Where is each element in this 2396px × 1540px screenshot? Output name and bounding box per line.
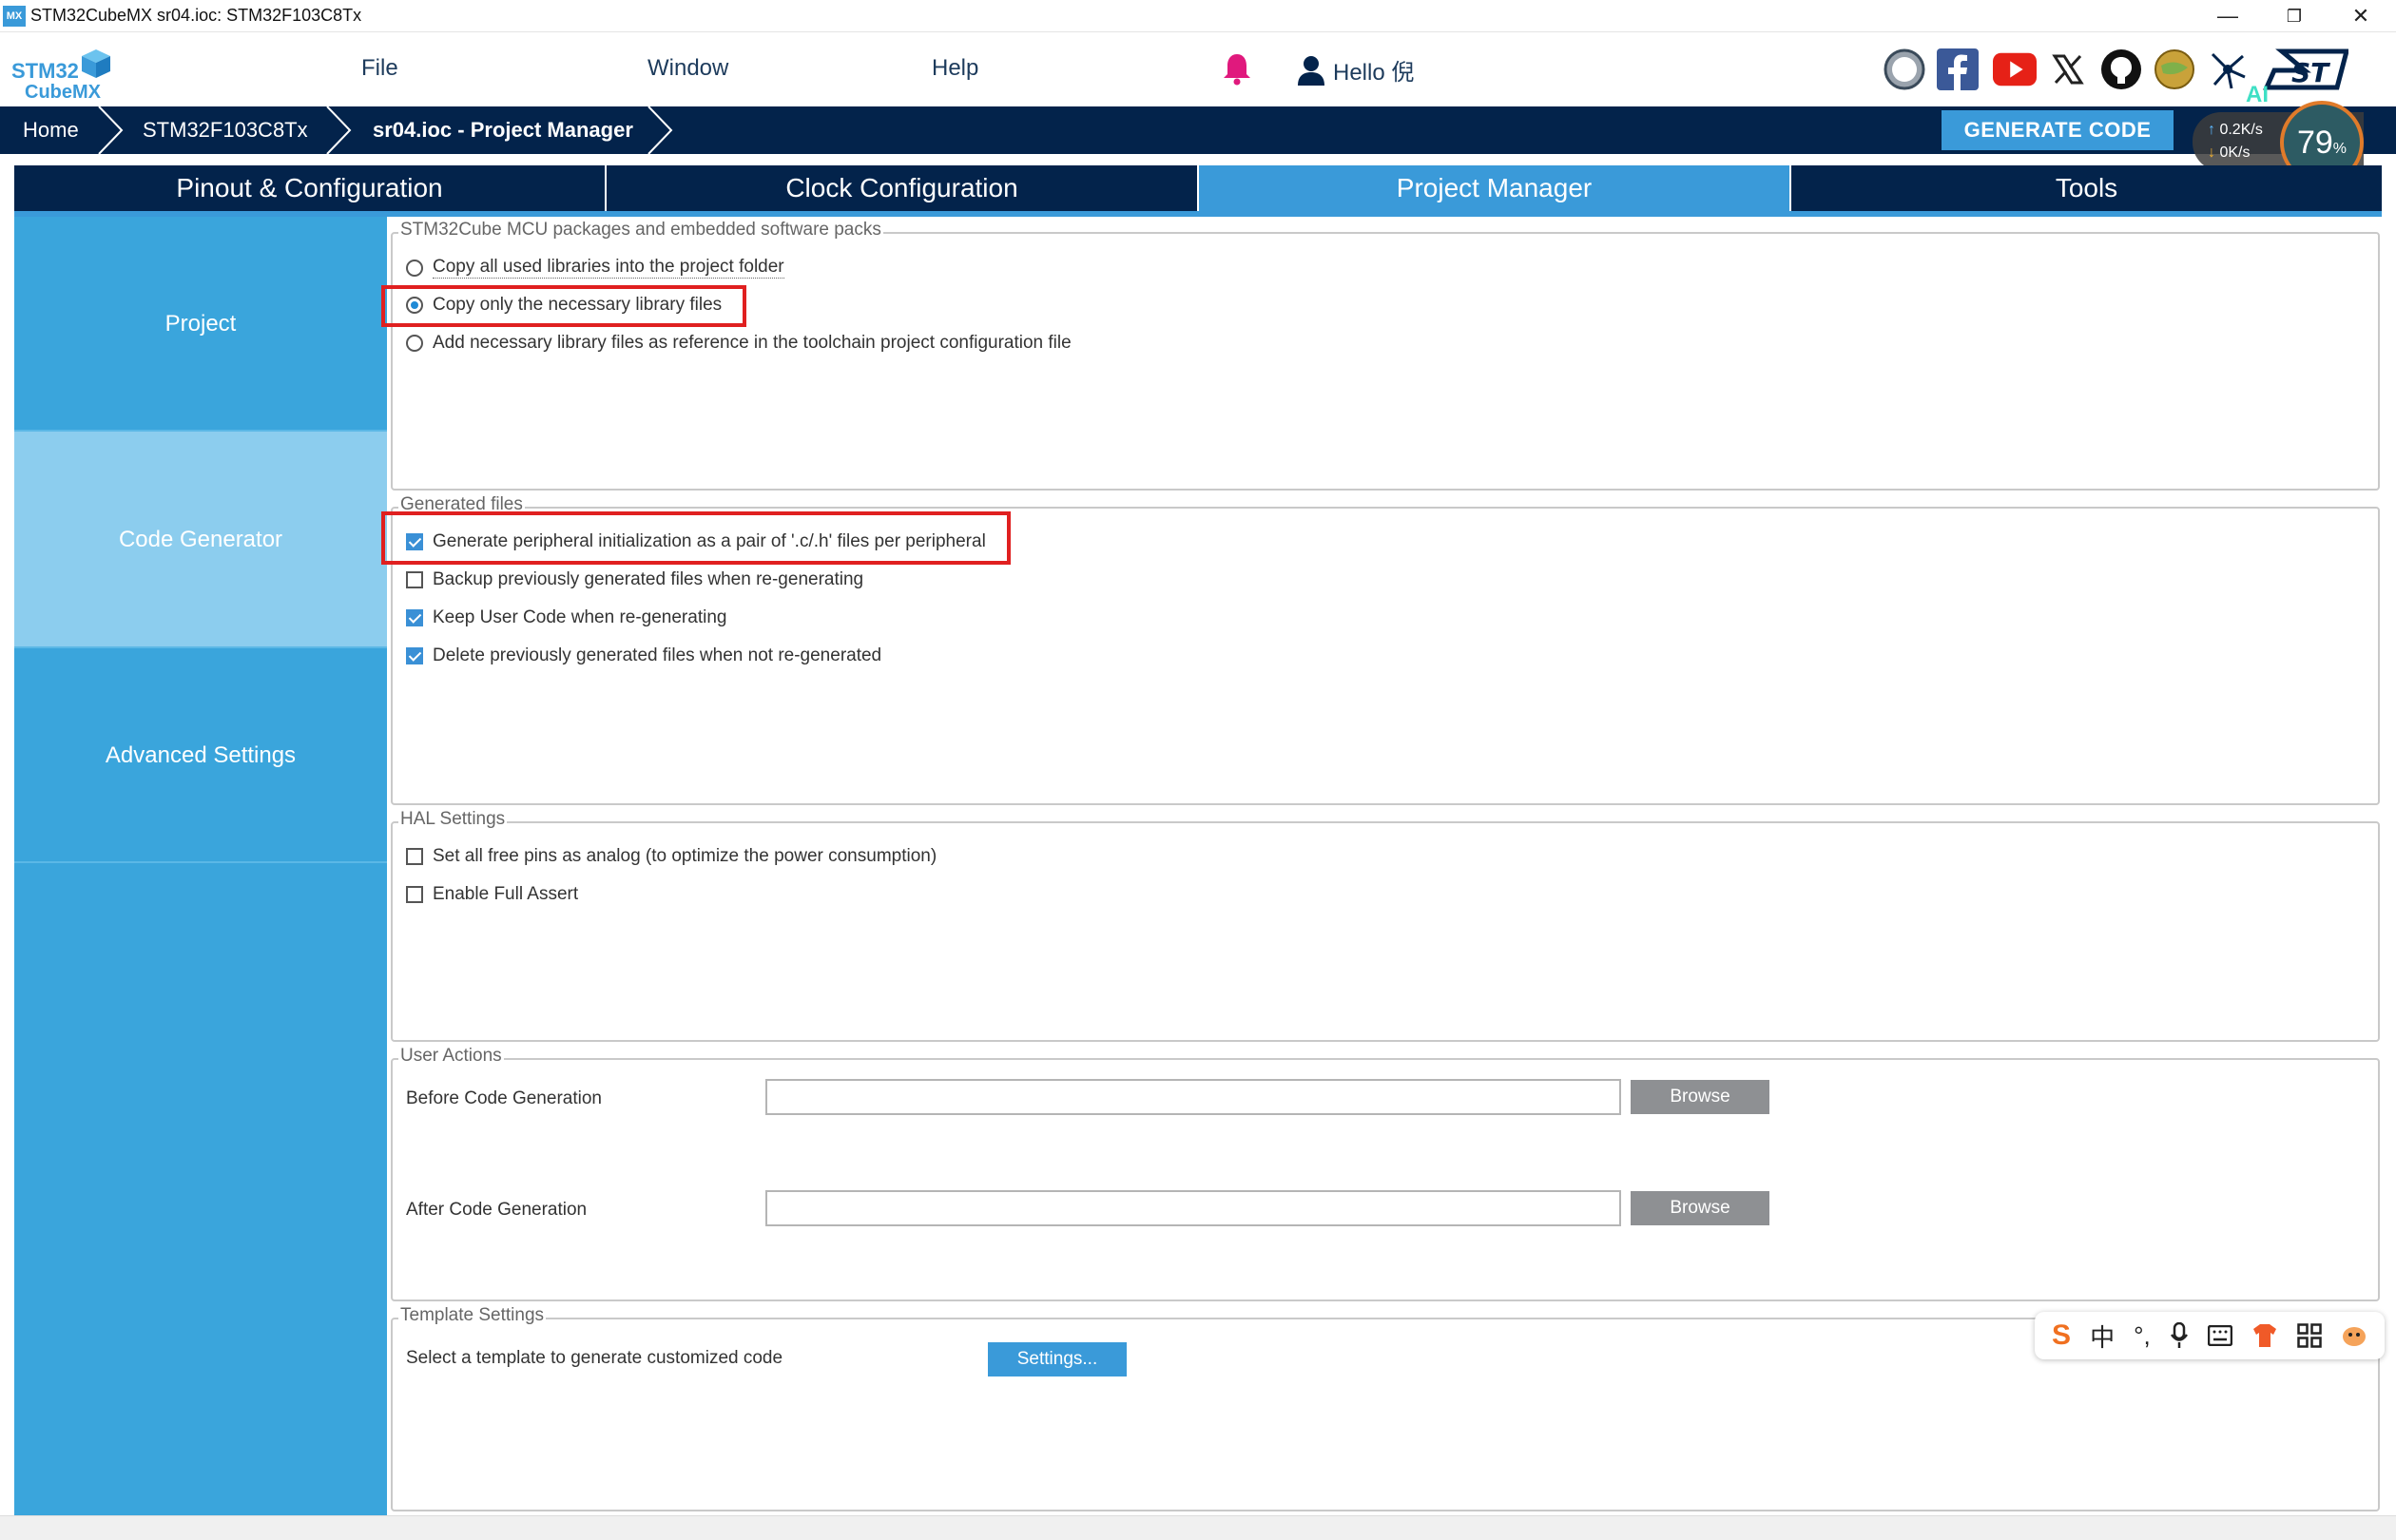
project-manager-sidebar: Project Code Generator Advanced Settings [14,217,387,1515]
sidebar-item-code-generator[interactable]: Code Generator [14,432,387,648]
generate-code-button[interactable]: GENERATE CODE [1942,110,2174,150]
template-description: Select a template to generate customized… [406,1348,783,1368]
stm32cubemx-logo: STM32 CubeMX [11,42,116,103]
option-keep-user-code[interactable]: Keep User Code when re-generating [406,607,726,628]
st-logo-icon[interactable]: ST [2263,48,2348,91]
radio-button[interactable] [406,259,423,277]
option-enable-full-assert[interactable]: Enable Full Assert [406,884,578,905]
before-browse-button[interactable]: Browse [1631,1080,1769,1114]
after-code-generation-label: After Code Generation [406,1200,588,1220]
option-add-as-reference[interactable]: Add necessary library files as reference… [406,333,1072,354]
keyboard-icon[interactable] [2207,1325,2232,1346]
sidebar-item-advanced-settings[interactable]: Advanced Settings [14,648,387,863]
x-twitter-icon[interactable] [2046,48,2090,91]
punctuation-icon[interactable]: °, [2134,1321,2151,1351]
chevron-right-icon [98,106,124,154]
cube-icon [82,49,110,78]
sogou-logo-icon[interactable]: S [2052,1319,2071,1352]
packages-legend: STM32Cube MCU packages and embedded soft… [398,220,883,241]
breadcrumb-mcu[interactable]: STM32F103C8Tx [143,106,308,154]
highlight-box [381,511,1011,565]
radio-button[interactable] [406,335,423,352]
option-backup-files[interactable]: Backup previously generated files when r… [406,569,863,590]
option-label: Enable Full Assert [433,884,579,904]
option-delete-previous-files[interactable]: Delete previously generated files when n… [406,645,881,666]
arrow-down-icon: ↓ [2208,144,2220,161]
chevron-right-icon [647,106,673,154]
menu-window[interactable]: Window [647,55,728,82]
tab-clock-configuration[interactable]: Clock Configuration [607,165,1199,211]
before-code-generation-label: Before Code Generation [406,1088,602,1108]
github-icon[interactable] [2099,48,2143,91]
tab-pinout-configuration[interactable]: Pinout & Configuration [14,165,607,211]
breadcrumb-current: sr04.ioc - Project Manager [373,118,633,142]
main-tabs: Pinout & Configuration Clock Configurati… [14,165,2382,211]
checkbox-checked[interactable] [406,609,423,626]
hal-settings-legend: HAL Settings [398,809,508,830]
before-code-generation-input[interactable] [765,1079,1621,1115]
after-browse-button[interactable]: Browse [1631,1191,1769,1225]
download-speed: ↓ 0K/s [2208,144,2251,161]
tab-project-manager[interactable]: Project Manager [1199,165,1791,211]
option-copy-all-libraries[interactable]: Copy all used libraries into the project… [406,257,784,279]
user-menu[interactable]: Hello 倪 [1297,53,1414,87]
ime-language-toggle[interactable]: 中 [2090,1319,2115,1354]
logo-text-stm32: STM32 [11,59,79,83]
hal-settings-group: HAL Settings Set all free pins as analog… [391,809,2380,1042]
option-label: Keep User Code when re-generating [433,607,727,627]
window-title: STM32CubeMX sr04.ioc: STM32F103C8Tx [30,6,362,25]
youtube-icon[interactable] [1993,48,2037,91]
community-globe-icon[interactable] [2153,48,2196,91]
close-button[interactable]: ✕ [2328,0,2394,32]
ime-toolbar: S 中 °, [2035,1312,2385,1359]
checkbox[interactable] [406,848,423,865]
checkbox-checked[interactable] [406,647,423,664]
chevron-right-icon [326,106,352,154]
status-strip [0,1515,2396,1540]
mascot-icon[interactable] [2341,1323,2367,1348]
arrow-up-icon: ↑ [2208,122,2220,138]
menu-file[interactable]: File [361,55,398,82]
ai-badge: AI [2246,82,2269,107]
user-actions-legend: User Actions [398,1046,504,1067]
app-header: STM32 CubeMX File Window Help Hello 倪 ST [0,32,2396,106]
after-code-generation-input[interactable] [765,1190,1621,1226]
menu-help[interactable]: Help [932,55,978,82]
template-settings-button[interactable]: Settings... [988,1342,1127,1376]
option-label: Add necessary library files as reference… [433,333,1072,353]
option-label: Backup previously generated files when r… [433,569,864,589]
upload-speed: ↑ 0.2K/s [2208,122,2263,138]
option-free-pins-analog[interactable]: Set all free pins as analog (to optimize… [406,846,937,867]
svg-text:ST: ST [2291,57,2330,88]
network-hub-icon[interactable] [2206,48,2250,91]
option-label: Delete previously generated files when n… [433,645,882,665]
user-icon [1298,55,1324,86]
template-settings-legend: Template Settings [398,1305,547,1326]
minimize-button[interactable]: — [2194,0,2261,32]
logo-text-cubemx: CubeMX [25,82,101,103]
microphone-icon[interactable] [2170,1322,2189,1349]
sidebar-item-project[interactable]: Project [14,217,387,432]
highlight-box [381,285,746,327]
window-titlebar: MX STM32CubeMX sr04.ioc: STM32F103C8Tx —… [0,0,2396,32]
maximize-button[interactable]: ❐ [2261,0,2328,32]
user-actions-group: User Actions Before Code Generation Brow… [391,1046,2380,1301]
breadcrumb-home[interactable]: Home [23,106,79,154]
option-label: Set all free pins as analog (to optimize… [433,846,937,866]
user-greeting: Hello 倪 [1333,60,1415,86]
packages-group: STM32Cube MCU packages and embedded soft… [391,220,2380,491]
app-icon: MX [3,6,26,27]
anniversary-badge-icon[interactable] [1883,48,1926,91]
checkbox[interactable] [406,886,423,903]
tab-tools[interactable]: Tools [1791,165,2382,211]
option-label: Copy all used libraries into the project… [433,257,784,279]
bell-icon[interactable] [1222,51,1252,86]
facebook-icon[interactable] [1936,48,1980,91]
toolbox-grid-icon[interactable] [2297,1323,2322,1348]
checkbox[interactable] [406,571,423,588]
skin-shirt-icon[interactable] [2251,1323,2278,1348]
